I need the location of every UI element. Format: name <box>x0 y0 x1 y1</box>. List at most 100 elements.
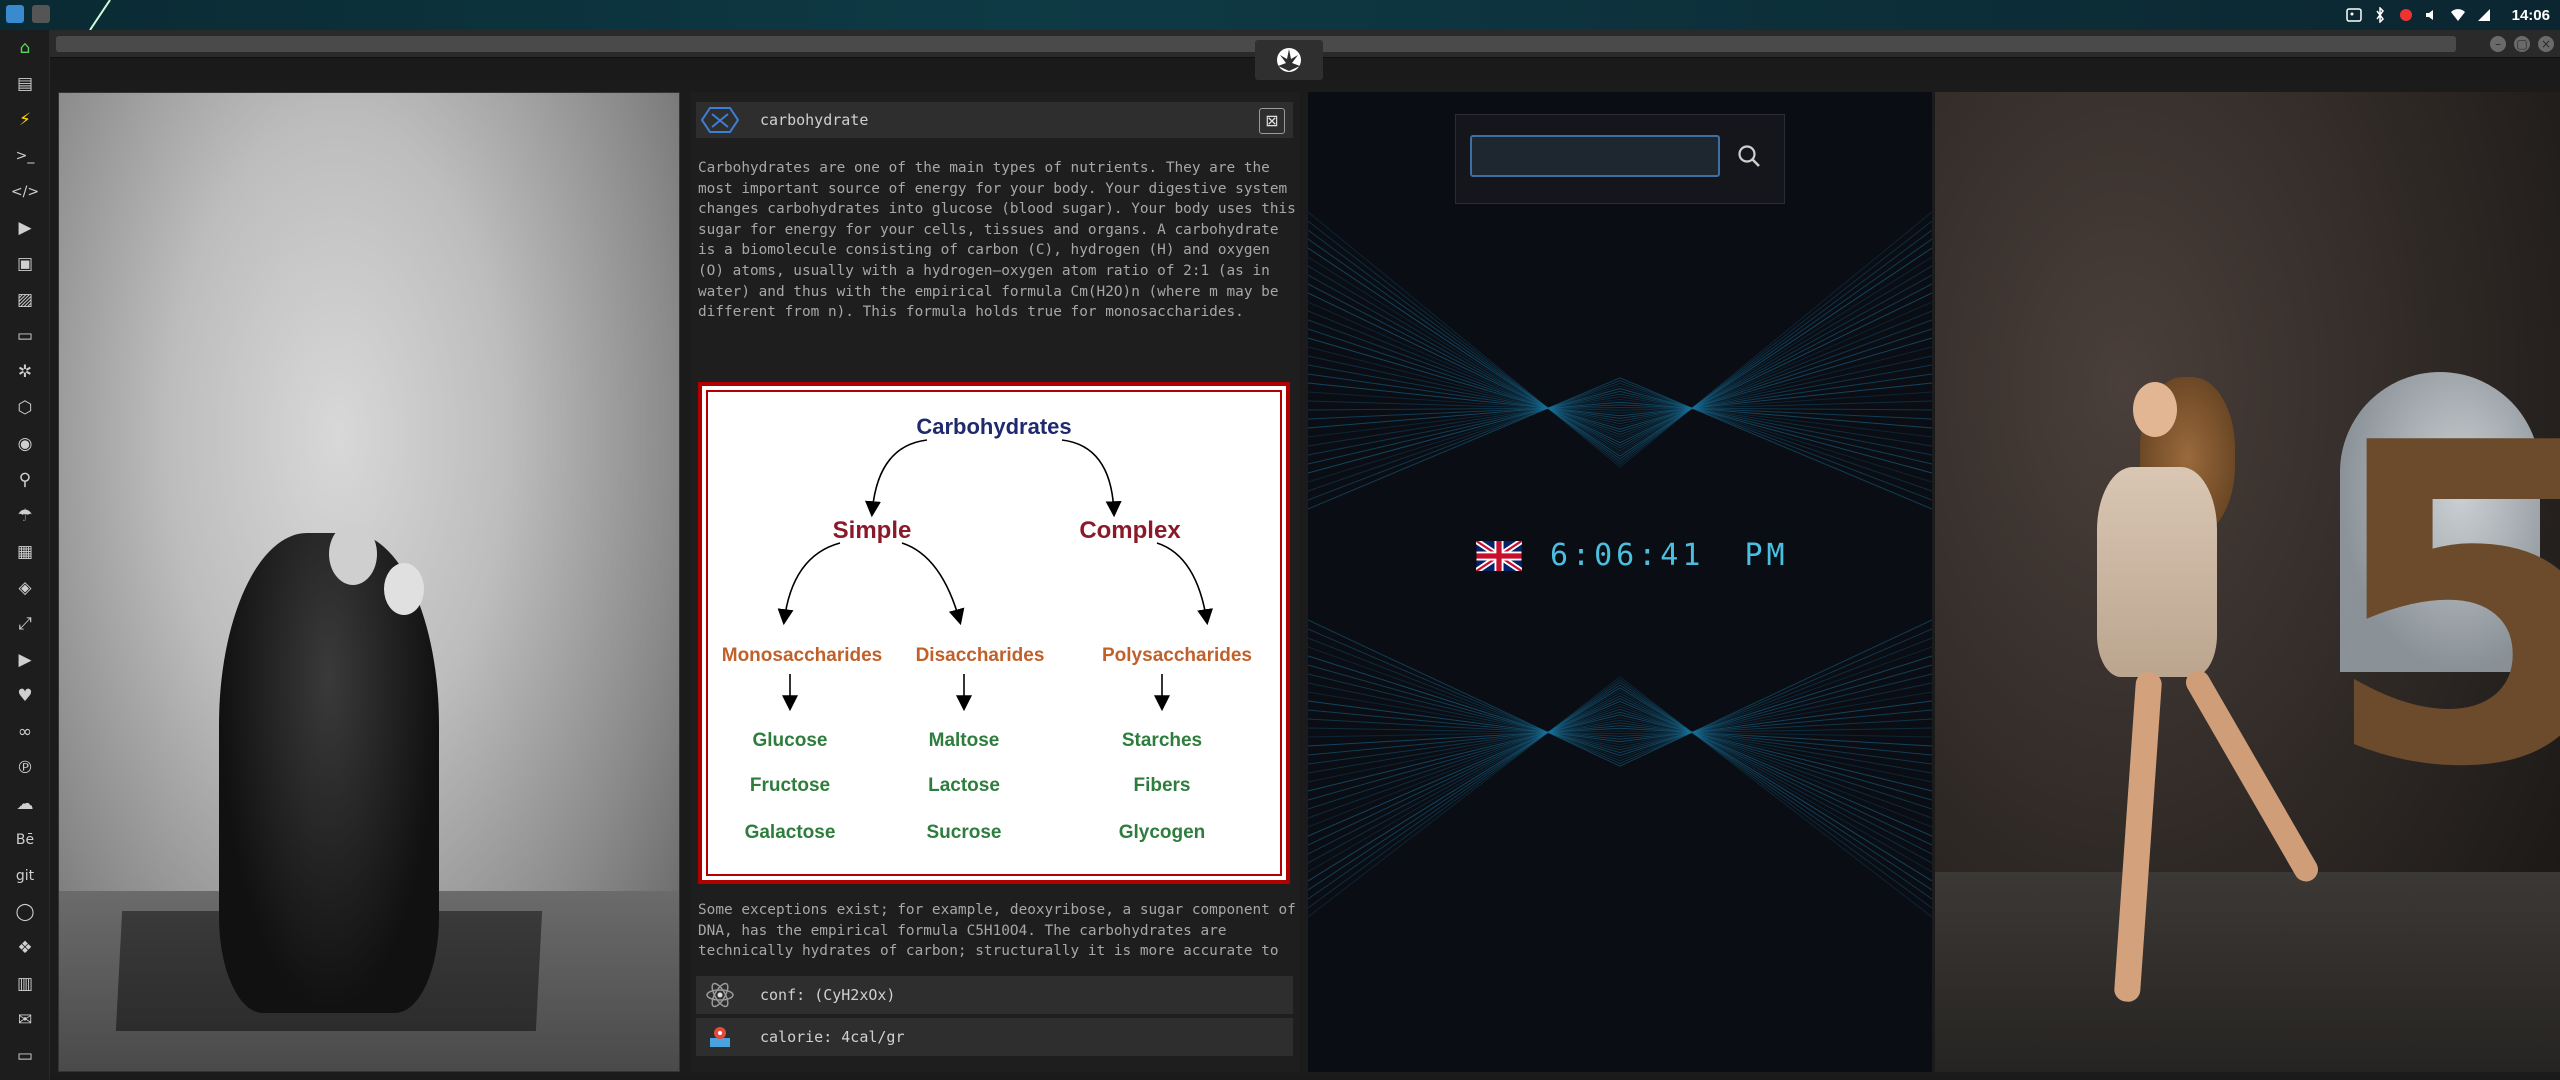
git-icon: git <box>15 868 35 884</box>
info-header: carbohydrate ⊠ <box>696 102 1293 138</box>
minimize-button[interactable]: – <box>2490 36 2506 52</box>
molecule-icon <box>696 102 744 138</box>
info-paragraph: Carbohydrates are one of the main types … <box>698 160 1296 321</box>
sidebar-lastfm-button[interactable]: ∞ <box>0 714 50 750</box>
node-leaf: Galactose <box>745 822 836 843</box>
sidebar-contacts-button[interactable]: ▦ <box>0 534 50 570</box>
node-simple: Simple <box>833 517 912 544</box>
sidebar-cloud-button[interactable]: ☁ <box>0 786 50 822</box>
uk-flag-icon[interactable] <box>1476 540 1522 571</box>
search-icon: ⚲ <box>18 470 32 490</box>
home-icon: ⌂ <box>19 38 31 58</box>
fashion-photo: 5 <box>1935 92 2560 1072</box>
info-title: carbohydrate <box>760 111 869 129</box>
sidebar-home-button[interactable]: ⌂ <box>0 30 50 66</box>
behance-icon: Bē <box>15 832 35 848</box>
sidebar-card-button[interactable]: ▭ <box>0 318 50 354</box>
search-icon <box>1738 145 1760 167</box>
alert-icon[interactable] <box>2398 7 2414 23</box>
photo-icon[interactable] <box>2345 7 2362 23</box>
sidebar-search-button[interactable]: ⚲ <box>0 462 50 498</box>
sidebar-monitor-button[interactable]: ▭ <box>0 1038 50 1074</box>
system-tray: 14:06 <box>2345 0 2550 30</box>
battery-icon[interactable] <box>2476 7 2492 23</box>
sidebar-mail-button[interactable]: ✉ <box>0 1002 50 1038</box>
expand-icon: ⤢ <box>18 614 32 634</box>
sidebar-play-button[interactable]: ▶ <box>0 210 50 246</box>
pinterest-icon: ℗ <box>16 758 34 778</box>
clock-time: 6:06:41 <box>1550 538 1705 573</box>
mail-icon: ✉ <box>17 1010 33 1030</box>
system-clock[interactable]: 14:06 <box>2512 7 2550 24</box>
carbohydrate-diagram: Carbohydrates Simple Complex Monosacchar… <box>698 382 1290 884</box>
card-icon: ▭ <box>16 326 34 346</box>
sidebar-git-button[interactable]: git <box>0 858 50 894</box>
search-widget <box>1455 114 1785 204</box>
digital-clock: 6:06:41 PM <box>1476 538 1789 573</box>
sidebar-image-button[interactable]: ▨ <box>0 282 50 318</box>
bluetooth-icon[interactable] <box>2372 7 2388 23</box>
top-bar-launcher[interactable] <box>0 0 271 31</box>
umbrella-icon: ☂ <box>17 506 33 526</box>
app-dock: ⌂ ▤ ⚡ >_ </> ▶ ▣ ▨ ▭ ✲ ⬡ ◉ ⚲ ☂ ▦ ◈ ⤢ ▶ ♥ ∞ ℗ ☁ Bē git ◯ ❖ ▥ ✉ ▭ <box>0 30 50 1080</box>
chevron-pattern-background <box>1308 211 1932 918</box>
sidebar-umbrella-button[interactable]: ☂ <box>0 498 50 534</box>
conf-formula: (CyH2xOx) <box>814 986 896 1004</box>
calorie-value: 4cal/gr <box>841 1028 905 1046</box>
contacts-icon: ▦ <box>16 542 34 562</box>
node-leaf: Maltose <box>929 730 1000 751</box>
play-icon: ▶ <box>18 218 32 238</box>
node-disaccharides: Disaccharides <box>916 645 1045 666</box>
info-close-button[interactable]: ⊠ <box>1259 108 1285 134</box>
monitor-icon: ▭ <box>16 1046 34 1066</box>
node-polysaccharides: Polysaccharides <box>1102 645 1252 666</box>
terminal-icon: >_ <box>15 148 35 164</box>
info-row-calorie: calorie: 4cal/gr <box>696 1018 1293 1056</box>
system-top-bar: 14:06 <box>0 0 2560 31</box>
clock-ampm: PM <box>1744 538 1789 573</box>
marquee-number-five: 5 <box>2320 351 2560 863</box>
sidebar-network-button[interactable]: ⬡ <box>0 390 50 426</box>
node-monosaccharides: Monosaccharides <box>722 645 883 666</box>
sidebar-cubes-button[interactable]: ❖ <box>0 930 50 966</box>
sidebar-media-button[interactable]: ▣ <box>0 246 50 282</box>
node-leaf: Glycogen <box>1119 822 1206 843</box>
close-button[interactable]: × <box>2538 36 2554 52</box>
sidebar-tag-button[interactable]: ◈ <box>0 570 50 606</box>
map-icon: ▥ <box>16 974 34 994</box>
info-row-conf: conf: (CyH2xOx) <box>696 976 1293 1014</box>
sidebar-expand-button[interactable]: ⤢ <box>0 606 50 642</box>
image-icon: ▨ <box>16 290 34 310</box>
search-input[interactable] <box>1470 135 1720 177</box>
settings-icon: ✲ <box>17 362 33 382</box>
sidebar-heart-button[interactable]: ♥ <box>0 678 50 714</box>
node-leaf: Glucose <box>753 730 828 751</box>
media-icon: ▣ <box>16 254 34 274</box>
calorie-label: calorie: <box>760 1028 833 1046</box>
rebel-logo-tab[interactable] <box>1255 40 1323 80</box>
sidebar-globe-button[interactable]: ◉ <box>0 426 50 462</box>
bw-portrait-photo <box>58 92 680 1072</box>
conf-label: conf: <box>760 986 806 1004</box>
sidebar-terminal-button[interactable]: >_ <box>0 138 50 174</box>
info-paragraph-2: Some exceptions exist; for example, deox… <box>698 902 1296 964</box>
node-leaf: Fructose <box>750 775 830 796</box>
bolt-icon: ⚡ <box>19 110 31 130</box>
volume-icon[interactable] <box>2424 7 2440 23</box>
sidebar-map-button[interactable]: ▥ <box>0 966 50 1002</box>
sidebar-bolt-button[interactable]: ⚡ <box>0 102 50 138</box>
node-leaf: Sucrose <box>927 822 1002 843</box>
cubes-icon: ❖ <box>17 938 33 958</box>
sidebar-behance-button[interactable]: Bē <box>0 822 50 858</box>
sidebar-pinterest-button[interactable]: ℗ <box>0 750 50 786</box>
maximize-button[interactable]: ▢ <box>2514 36 2530 52</box>
search-button[interactable] <box>1732 139 1766 173</box>
sidebar-document-button[interactable]: ▤ <box>0 66 50 102</box>
sidebar-github-button[interactable]: ◯ <box>0 894 50 930</box>
wifi-icon[interactable] <box>2450 7 2466 23</box>
network-icon: ⬡ <box>17 398 33 418</box>
sidebar-code-button[interactable]: </> <box>0 174 50 210</box>
sidebar-settings-button[interactable]: ✲ <box>0 354 50 390</box>
cloud-icon: ☁ <box>16 794 34 814</box>
sidebar-youtube-button[interactable]: ▶ <box>0 642 50 678</box>
